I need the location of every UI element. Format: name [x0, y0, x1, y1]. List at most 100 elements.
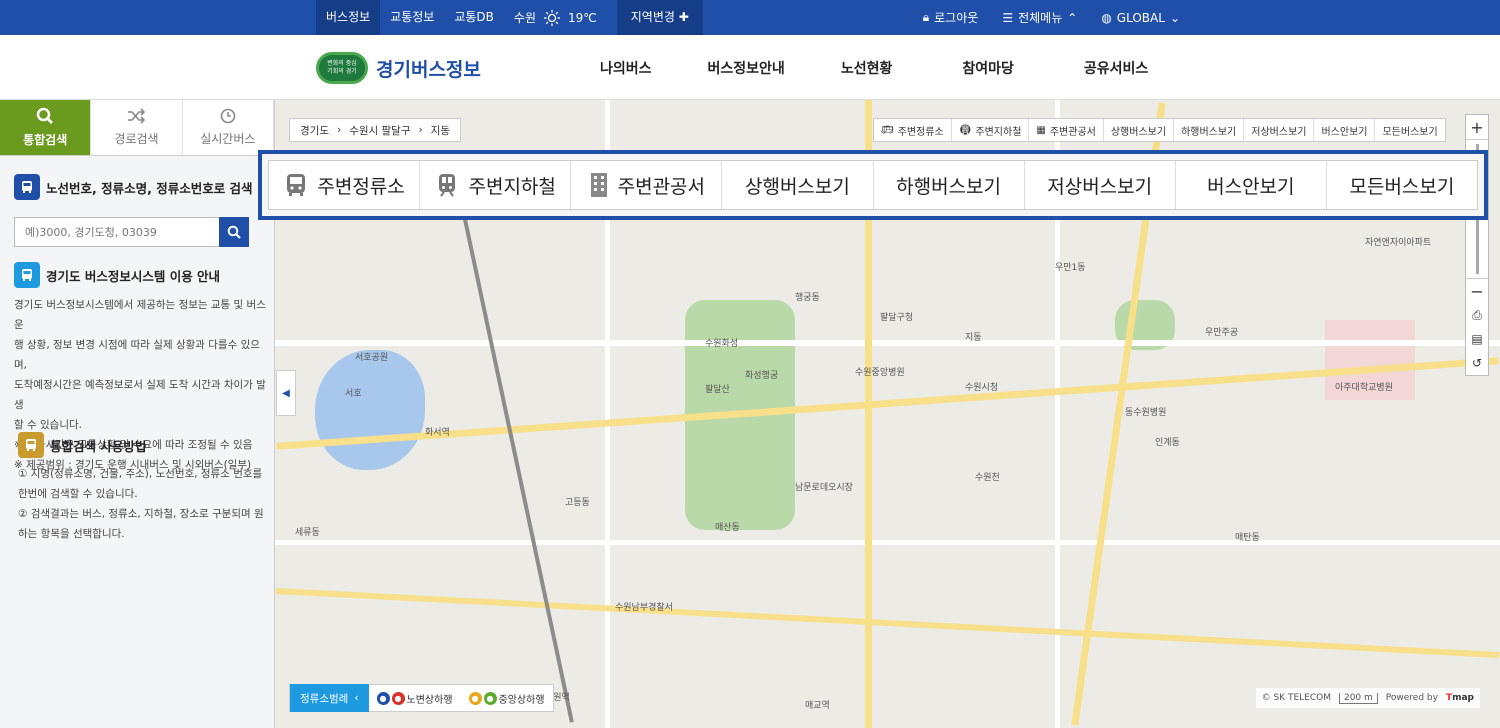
tmap-text: map	[1452, 693, 1474, 703]
search-button[interactable]	[219, 217, 249, 247]
map-label: 매교역	[805, 701, 830, 711]
nav-participation[interactable]: 참여마당	[962, 58, 1014, 78]
tab-label: 통합검색	[23, 133, 68, 147]
search-input[interactable]	[14, 217, 219, 247]
logo-badge-line1: 변화의 중심	[327, 60, 357, 67]
breadcrumb-item[interactable]: 경기도	[300, 123, 329, 138]
tab-realtime-bus[interactable]: 실시간버스	[182, 100, 274, 156]
nearby-stops-button[interactable]: 🚌︎ 주변정류소	[874, 119, 952, 141]
stop-legend-button[interactable]: 정류소범례 ‹	[290, 684, 369, 712]
map-label: 세류동	[295, 528, 320, 538]
sidebar: 통합검색 경로검색 실시간버스 노선번호, 정류소명, 정류소번호로 검색 경기…	[0, 100, 275, 728]
top-nav-traffic-db[interactable]: 교통DB	[444, 0, 504, 35]
hide-bus-button[interactable]: 버스안보기	[1176, 161, 1327, 209]
top-nav: 버스정보 교통정보 교통DB 수원 19℃ 지역변경 ✚	[316, 0, 703, 35]
copyright-text: © SK TELECOM	[1261, 693, 1331, 703]
map-label: 동수원병원	[1125, 408, 1167, 418]
top-nav-bus-info[interactable]: 버스정보	[316, 0, 381, 35]
green-stop-icon: ●	[483, 691, 497, 705]
map-label: 인계동	[1155, 438, 1180, 448]
guide-line: 행 상황, 정보 변경 시점에 따라 실제 상황과 다를수 있으며,	[14, 339, 260, 371]
all-menu-label: 전체메뉴	[1018, 11, 1063, 25]
region-change-label: 지역변경	[630, 10, 675, 24]
upbound-bus-button[interactable]: 상행버스보기	[1104, 119, 1175, 141]
print-icon[interactable]: ⎙	[1466, 303, 1488, 327]
upbound-bus-button[interactable]: 상행버스보기	[722, 161, 874, 209]
main-nav: 나의버스 버스정보안내 노선현황 참여마당 공유서비스	[600, 35, 1148, 100]
chevron-right-icon: ›	[418, 124, 423, 136]
downbound-bus-button[interactable]: 하행버스보기	[1174, 119, 1245, 141]
nearby-office-button[interactable]: ▦ 주변관공서	[1029, 119, 1104, 141]
map-road	[275, 540, 1500, 545]
map-label: 서호공원	[355, 353, 389, 363]
globe-icon: ◍	[1101, 10, 1112, 25]
logo-name: 경기버스정보	[376, 58, 481, 81]
howto-line: 하는 항목을 선택합니다.	[18, 528, 125, 540]
global-button[interactable]: ◍ GLOBAL ⌄	[1101, 11, 1180, 25]
sun-icon	[544, 9, 560, 26]
nearby-subway-button[interactable]: 🚇︎ 주변지하철	[952, 119, 1030, 141]
map-label: 팔달구청	[880, 313, 914, 323]
nav-route-status[interactable]: 노선현황	[841, 58, 893, 78]
chevron-left-icon: ‹	[354, 692, 359, 704]
logout-link[interactable]: 🔒︎ 로그아웃	[923, 9, 979, 26]
nav-my-bus[interactable]: 나의버스	[600, 58, 652, 78]
downbound-bus-button[interactable]: 하행버스보기	[874, 161, 1025, 209]
top-nav-traffic-info[interactable]: 교통정보	[380, 0, 444, 35]
lowfloor-bus-button[interactable]: 저상버스보기	[1025, 161, 1176, 209]
tab-label: 실시간버스	[200, 132, 256, 146]
layer-icon[interactable]: ▤	[1466, 327, 1488, 351]
button-label: 주변관공서	[617, 175, 706, 198]
logo-badge: 변화의 중심 기회의 경기	[316, 52, 368, 84]
nearby-office-button[interactable]: 주변관공서	[571, 161, 723, 209]
zoom-out-button[interactable]: −	[1466, 279, 1488, 303]
howto-line: 한번에 검색할 수 있습니다.	[18, 488, 138, 500]
bus-icon: 🚌︎	[881, 124, 894, 136]
region-change-button[interactable]: 지역변경 ✚	[616, 0, 703, 35]
map-label: 아주대학교병원	[1335, 383, 1393, 393]
map-label: 화서역	[425, 428, 450, 438]
lowfloor-bus-button[interactable]: 저상버스보기	[1244, 119, 1315, 141]
map-label: 서호	[345, 389, 362, 399]
map-label: 행궁동	[795, 293, 820, 303]
guide-line: 도착예정시간은 예측정보로서 실제 도착 시간과 차이가 발생	[14, 379, 266, 411]
nearby-stops-button[interactable]: 주변정류소	[269, 161, 421, 209]
chevron-right-icon: ›	[336, 124, 342, 136]
map-lake	[315, 350, 425, 470]
logo[interactable]: 변화의 중심 기회의 경기 경기버스정보	[316, 52, 481, 84]
map-toolbar-large: 주변정류소 주변지하철 주변관공서 상행버스보기 하행버스보기 저상버스보기 버…	[268, 160, 1478, 210]
reset-icon[interactable]: ↺	[1466, 351, 1488, 375]
button-label: 주변정류소	[897, 126, 944, 138]
menu-icon: ☰	[1002, 10, 1014, 25]
stop-legend: 정류소범례 ‹ ● ● 노변상하행 ● ● 중앙상하행	[289, 684, 554, 712]
bus-icon	[18, 432, 44, 458]
map-label: 수원남부경찰서	[615, 603, 673, 613]
map-label: 남문로데오시장	[795, 483, 853, 493]
legend-label: 중앙상하행	[498, 694, 545, 706]
nav-shared-service[interactable]: 공유서비스	[1084, 58, 1148, 78]
nav-bus-info-guide[interactable]: 버스정보안내	[708, 58, 785, 78]
breadcrumb-item[interactable]: 수원시 팔달구	[349, 123, 410, 138]
bus-icon	[14, 174, 40, 200]
legend-button-label: 정류소범례	[300, 692, 349, 705]
search-icon	[36, 107, 54, 124]
nearby-subway-button[interactable]: 주변지하철	[420, 161, 572, 209]
map-railway	[460, 205, 574, 723]
lock-icon: 🔒︎	[922, 10, 930, 24]
map-label: 팔달산	[705, 385, 730, 395]
all-bus-button[interactable]: 모든버스보기	[1375, 119, 1444, 141]
tab-route-search[interactable]: 경로검색	[91, 100, 183, 156]
highlighted-map-toolbar: 주변정류소 주변지하철 주변관공서 상행버스보기 하행버스보기 저상버스보기 버…	[258, 150, 1488, 220]
all-menu-button[interactable]: ☰ 전체메뉴 ⌃	[1002, 9, 1077, 26]
top-bar: 버스정보 교통정보 교통DB 수원 19℃ 지역변경 ✚ 🔒︎ 로그아웃 ☰ 전체메…	[0, 0, 1500, 35]
breadcrumb-item[interactable]: 지동	[431, 123, 450, 138]
map-main-road	[275, 587, 1500, 659]
tab-integrated-search[interactable]: 통합검색	[0, 100, 92, 156]
map-label: 매탄동	[1235, 533, 1260, 543]
all-bus-button[interactable]: 모든버스보기	[1327, 161, 1477, 209]
sidebar-collapse-button[interactable]: ◀	[276, 370, 296, 416]
zoom-in-button[interactable]: +	[1466, 115, 1488, 139]
hide-bus-button[interactable]: 버스안보기	[1314, 119, 1376, 141]
weather-temp: 19℃	[568, 10, 597, 25]
search-form	[14, 217, 249, 247]
